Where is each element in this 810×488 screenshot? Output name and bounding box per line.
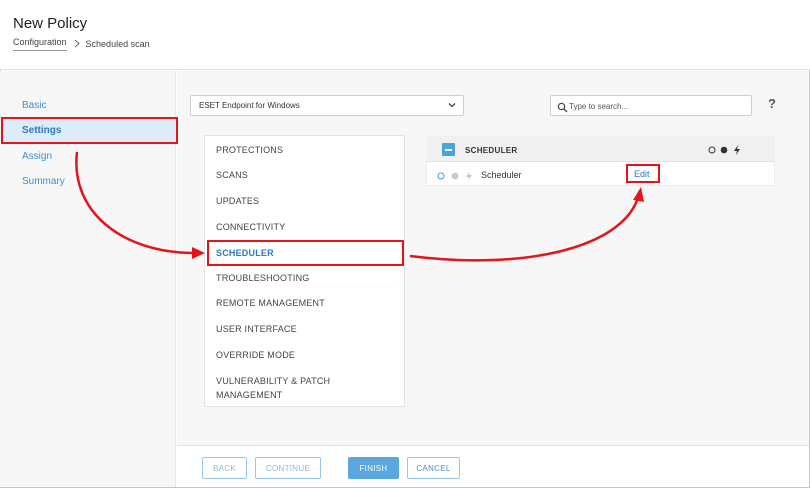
- highlight-scheduler-box: [207, 240, 404, 266]
- scheduler-row-label: Scheduler: [481, 170, 522, 180]
- category-updates[interactable]: UPDATES: [216, 194, 259, 208]
- highlight-settings-box: [1, 117, 178, 144]
- category-troubleshooting[interactable]: TROUBLESHOOTING: [216, 271, 310, 285]
- category-scans[interactable]: SCANS: [216, 168, 248, 182]
- finish-button[interactable]: FINISH: [348, 457, 399, 479]
- category-protections[interactable]: PROTECTIONS: [216, 143, 283, 157]
- chevron-right-icon: [74, 39, 80, 50]
- breadcrumb-configuration[interactable]: Configuration: [13, 37, 67, 51]
- product-select[interactable]: ESET Endpoint for Windows: [190, 95, 464, 116]
- help-icon[interactable]: ?: [768, 96, 776, 111]
- search-icon: [557, 100, 568, 113]
- highlight-edit-box: [626, 164, 660, 183]
- collapse-icon[interactable]: [442, 143, 455, 156]
- sidebar-item-summary[interactable]: Summary: [22, 176, 65, 187]
- page-title: New Policy: [13, 15, 88, 32]
- category-connectivity[interactable]: CONNECTIVITY: [216, 220, 285, 234]
- policy-flag-selector[interactable]: [436, 169, 476, 181]
- category-vulnerability-patch-management[interactable]: VULNERABILITY & PATCH MANAGEMENT: [216, 374, 366, 402]
- breadcrumb-scheduled-scan: Scheduled scan: [85, 39, 150, 49]
- category-override-mode[interactable]: OVERRIDE MODE: [216, 348, 295, 362]
- sidebar-item-assign[interactable]: Assign: [22, 151, 52, 162]
- back-button[interactable]: BACK: [202, 457, 247, 479]
- category-remote-management[interactable]: REMOTE MANAGEMENT: [216, 296, 325, 310]
- breadcrumb: Configuration Scheduled scan: [13, 37, 150, 51]
- category-user-interface[interactable]: USER INTERFACE: [216, 322, 297, 336]
- search-input[interactable]: [569, 99, 747, 113]
- cancel-button[interactable]: CANCEL: [407, 457, 460, 479]
- scheduler-panel-title: SCHEDULER: [465, 146, 518, 155]
- sidebar-item-basic[interactable]: Basic: [22, 100, 46, 111]
- page-header: New Policy Configuration Scheduled scan: [0, 0, 810, 70]
- policy-flag-legend: [707, 143, 747, 155]
- continue-button[interactable]: CONTINUE: [255, 457, 321, 479]
- chevron-down-icon: [447, 100, 457, 110]
- search-box: [550, 95, 752, 116]
- product-select-value: ESET Endpoint for Windows: [199, 101, 300, 110]
